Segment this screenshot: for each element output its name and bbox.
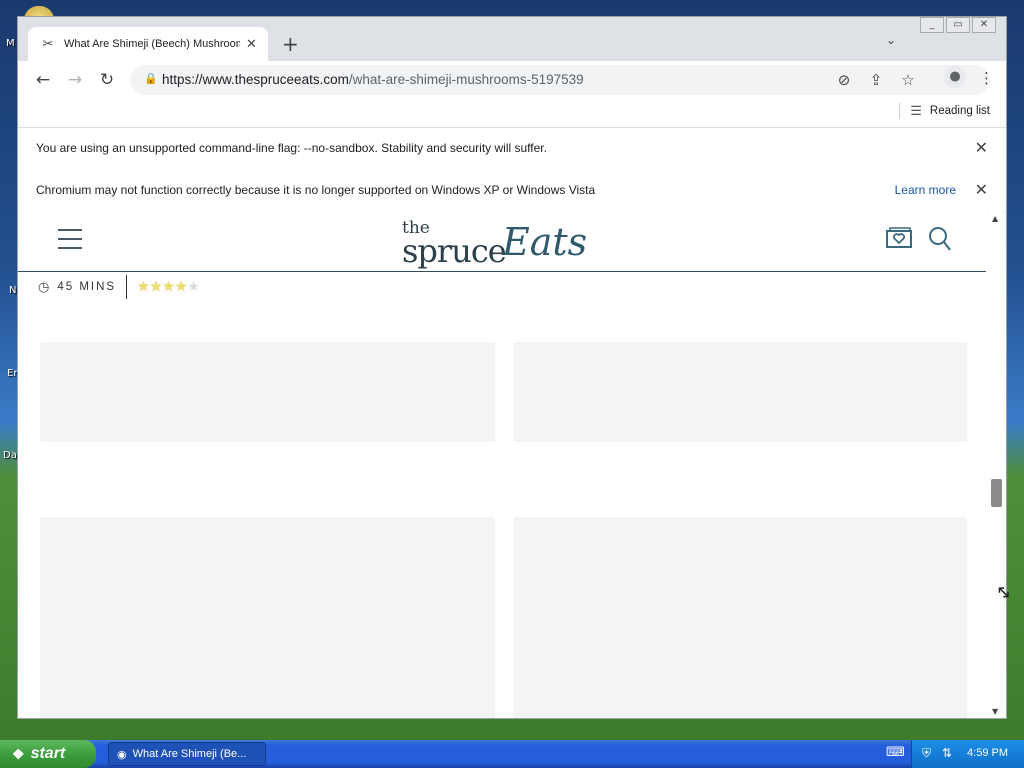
web-page: the spruce Eats ◷ 45 MINS ★★★★★ [18, 212, 988, 718]
bookmark-bar: ☰ Reading list [18, 99, 1006, 128]
recipe-meta: ◷ 45 MINS ★★★★★ [38, 275, 200, 299]
browser-toolbar: ← → ↻ 🔒 https://www.thespruceeats.com/wh… [18, 61, 1006, 99]
star-filled-icon: ★ [149, 279, 163, 295]
star-filled-icon: ★ [174, 279, 188, 295]
search-icon[interactable] [928, 226, 952, 258]
share-icon[interactable]: ⇪ [866, 71, 886, 89]
reading-list-icon: ☰ [910, 103, 922, 118]
image-placeholder [514, 342, 967, 442]
tab-search-chevron-icon[interactable]: ⌄ [886, 33, 896, 47]
desktop-label: N [9, 285, 17, 296]
start-label: start [30, 745, 66, 762]
close-window-button[interactable]: ✕ [972, 17, 996, 33]
site-header: the spruce Eats [18, 212, 986, 272]
star-empty-icon: ★ [187, 279, 200, 295]
menu-dots-icon[interactable]: ⋮ [979, 69, 994, 87]
keyboard-icon[interactable]: ⌨ [886, 745, 905, 760]
hamburger-menu-icon[interactable] [58, 229, 82, 256]
lock-icon[interactable]: 🔒 [144, 72, 158, 85]
close-icon[interactable]: ✕ [975, 180, 988, 200]
reading-list-button[interactable]: ☰ Reading list [899, 103, 990, 119]
tab-title: What Are Shimeji (Beech) Mushroom [64, 38, 240, 50]
infobar-sandbox-warning: You are using an unsupported command-lin… [18, 128, 1006, 171]
taskbar: ❖ start ◉ What Are Shimeji (Be... ⛨ ⇅ 4:… [0, 740, 1024, 768]
divider [899, 103, 901, 119]
url-path: /what-are-shimeji-mushrooms-5197539 [348, 72, 584, 87]
chromium-icon: ◉ [117, 748, 127, 761]
taskbar-window-button[interactable]: ◉ What Are Shimeji (Be... [108, 742, 266, 766]
network-icon[interactable]: ⇅ [942, 746, 952, 760]
logo-eats: Eats [502, 220, 588, 264]
window-controls: _ ▭ ✕ [918, 17, 996, 33]
image-placeholder [40, 517, 495, 718]
url-text[interactable]: https://www.thespruceeats.com/what-are-s… [162, 72, 584, 87]
address-bar[interactable]: 🔒 https://www.thespruceeats.com/what-are… [130, 65, 990, 95]
windows-flag-icon: ❖ [12, 745, 25, 762]
desktop-label: Er [7, 368, 18, 379]
security-shield-icon[interactable]: ⛨ [922, 746, 931, 761]
back-button[interactable]: ← [32, 70, 54, 90]
learn-more-link[interactable]: Learn more [895, 183, 956, 197]
tracking-protection-icon[interactable]: ⊘ [834, 71, 854, 89]
profile-avatar-icon[interactable]: ● [944, 66, 966, 88]
scroll-up-arrow-icon[interactable]: ▲ [992, 214, 998, 223]
tab-active[interactable]: ✂ What Are Shimeji (Beech) Mushroom ✕ [28, 27, 268, 61]
desktop-label: M [6, 38, 15, 49]
tray-clock: 4:59 PM [967, 747, 1008, 759]
infobar-message: You are using an unsupported command-lin… [36, 141, 547, 155]
system-tray: ⛨ ⇅ 4:59 PM [911, 740, 1024, 768]
clock-icon: ◷ [38, 279, 50, 295]
logo-spruce: spruce [402, 232, 507, 270]
forward-button[interactable]: → [64, 70, 86, 90]
scrollbar-thumb[interactable] [991, 479, 1002, 507]
total-time: 45 MINS [57, 281, 117, 293]
page-scrollbar[interactable]: ▲ ▼ [989, 212, 1004, 718]
start-button[interactable]: ❖ start [0, 740, 96, 768]
tab-strip: ✂ What Are Shimeji (Beech) Mushroom ✕ + … [18, 17, 1006, 61]
star-filled-icon: ★ [162, 279, 175, 295]
taskbar-window-label: What Are Shimeji (Be... [132, 748, 247, 760]
image-placeholder [40, 342, 495, 442]
minimize-button[interactable]: _ [920, 17, 944, 33]
url-host: https://www.thespruceeats.com [162, 72, 349, 87]
close-icon[interactable]: ✕ [975, 138, 988, 158]
maximize-button[interactable]: ▭ [946, 17, 970, 33]
spoon-fork-icon: ✂ [42, 36, 54, 52]
reload-button[interactable]: ↻ [96, 70, 118, 90]
browser-window: ✂ What Are Shimeji (Beech) Mushroom ✕ + … [17, 16, 1007, 719]
reading-list-label: Reading list [929, 105, 990, 117]
bookmark-star-icon[interactable]: ☆ [898, 71, 918, 89]
tab-close-icon[interactable]: ✕ [246, 37, 257, 52]
saved-recipes-icon[interactable] [884, 226, 914, 256]
divider [126, 275, 128, 299]
star-rating: ★★★★★ [137, 279, 200, 295]
scroll-down-arrow-icon[interactable]: ▼ [992, 707, 998, 716]
desktop-label: Da [3, 450, 17, 461]
infobar-unsupported-os: Chromium may not function correctly beca… [18, 170, 1006, 213]
star-filled-icon: ★ [137, 279, 150, 295]
site-logo[interactable]: the spruce Eats [402, 218, 587, 270]
infobar-message: Chromium may not function correctly beca… [36, 183, 596, 197]
new-tab-button[interactable]: + [282, 32, 299, 56]
image-placeholder [514, 517, 967, 718]
